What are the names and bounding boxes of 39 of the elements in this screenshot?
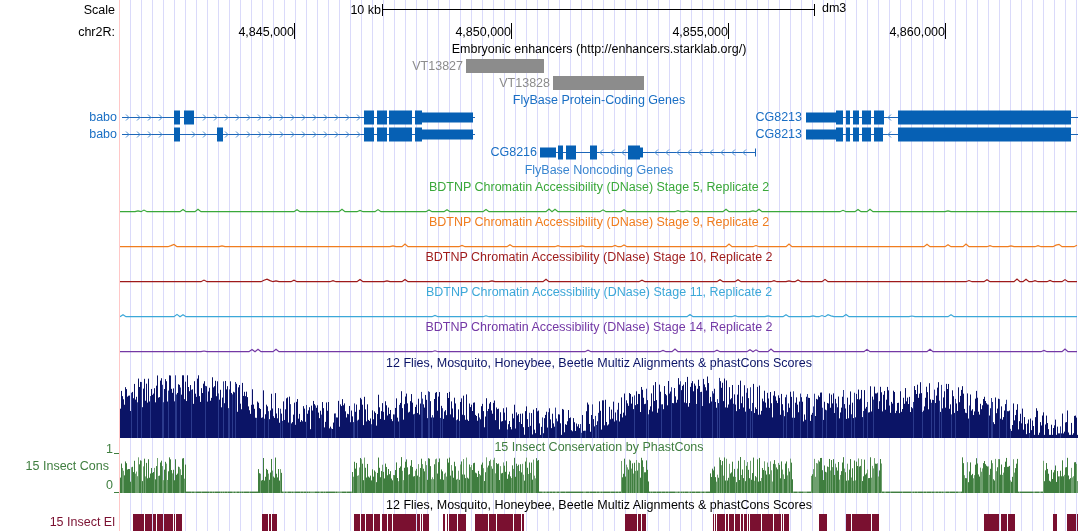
track-title: 12 Flies, Mosquito, Honeybee, Beetle Multiz Alignments & phastCons Scores: [386, 498, 812, 512]
gene-label[interactable]: CG8216: [490, 146, 537, 159]
track-title: 15 Insect Conservation by PhastCons: [494, 441, 704, 454]
track-title: BDTNP Chromatin Accessibility (DNase) Stage 10, Replicate 2: [425, 251, 773, 264]
position-label: 4,855,000: [672, 26, 728, 39]
enhancer-label: VT13828: [499, 76, 550, 90]
enhancer-label: VT13827: [412, 59, 463, 73]
tick-mark: [728, 23, 729, 39]
track-title: BDTNP Chromatin Accessibility (DNase) Stage 14, Replicate 2: [425, 321, 773, 334]
scale-span: 10 kb: [350, 4, 381, 17]
scale-label: Scale: [83, 4, 115, 17]
chromosome-label: chr2R:: [78, 26, 115, 39]
gene-model-drawing[interactable]: [540, 145, 756, 160]
tick-mark: [945, 23, 946, 39]
tick-mark: [511, 23, 512, 39]
assembly-label: dm3: [822, 2, 847, 15]
axis-min-label: 0: [106, 479, 113, 492]
gene-model-drawing[interactable]: [122, 127, 475, 142]
track-title: FlyBase Noncoding Genes: [524, 164, 674, 177]
track-label[interactable]: 15 Insect El: [49, 516, 115, 529]
tick-mark: [294, 23, 295, 39]
gene-label[interactable]: babo: [89, 128, 117, 141]
gene-label[interactable]: babo: [89, 111, 117, 124]
position-label: 4,845,000: [238, 26, 294, 39]
track-title: BDTNP Chromatin Accessibility (DNase) Stage 9, Replicate 2: [428, 216, 770, 229]
gene-label[interactable]: CG8213: [755, 128, 802, 141]
track-title: BDTNP Chromatin Accessibility (DNase) Stage 5, Replicate 2: [428, 181, 770, 194]
gene-model-drawing[interactable]: [806, 110, 1078, 125]
position-label: 4,860,000: [889, 26, 945, 39]
track-title: BDTNP Chromatin Accessibility (DNase) Stage 11, Replicate 2: [425, 286, 773, 299]
track-title: Embryonic enhancers (http://enhancers.starklab.org/): [451, 43, 747, 56]
axis-max-label: 1: [106, 443, 113, 456]
gene-model-drawing[interactable]: [122, 110, 475, 125]
gene-model-drawing[interactable]: [806, 127, 1078, 142]
track-title: 12 Flies, Mosquito, Honeybee, Beetle Multiz Alignments & phastCons Scores: [386, 356, 812, 370]
track-label[interactable]: 15 Insect Cons: [25, 460, 109, 473]
track-title: FlyBase Protein-Coding Genes: [512, 93, 686, 107]
gene-label[interactable]: CG8213: [755, 111, 802, 124]
position-label: 4,850,000: [455, 26, 511, 39]
